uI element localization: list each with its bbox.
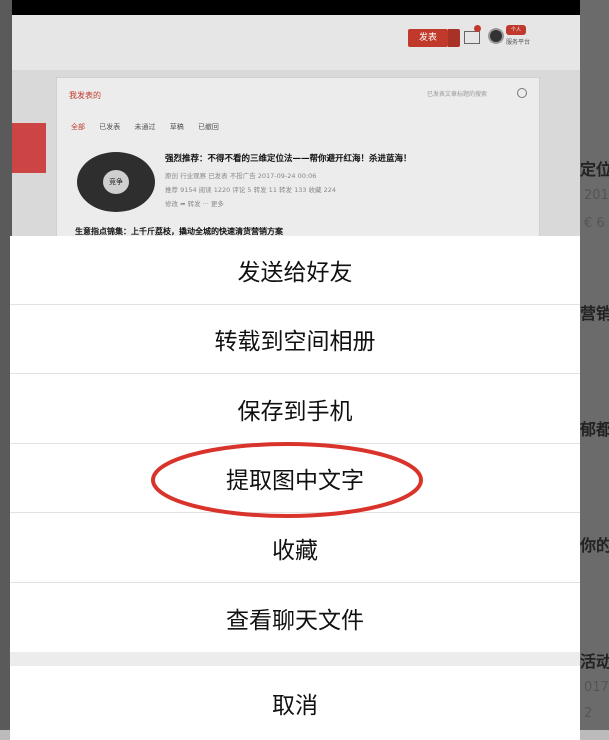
send-to-friend-button[interactable]: 发送给好友 (10, 236, 580, 305)
photo-search-input: 已发表文章标题的搜索 (427, 91, 488, 98)
avatar (488, 28, 504, 44)
side-snippet-3: 郁都化 (580, 420, 609, 439)
photo-panel-title: 我发表的 (69, 91, 101, 100)
photo-tab-rejected: 未通过 (134, 123, 156, 131)
mail-icon (464, 31, 480, 44)
action-sheet: 发送给好友 转载到空间相册 保存到手机 提取图中文字 收藏 查看聊天文件 取消 (10, 236, 580, 740)
favorite-button[interactable]: 收藏 (10, 514, 580, 583)
article-thumbnail-label: 竞争 (103, 170, 129, 194)
user-badge: 个人 (506, 25, 526, 35)
photo-preview: 发表 个人 服务平台 我发表的 已发表文章标题的搜索 全部 已发表 未通过 草稿… (12, 15, 580, 237)
side-snippet-5-sub1: 017- (584, 680, 609, 695)
save-to-phone-button[interactable]: 保存到手机 (10, 375, 580, 444)
side-snippet-5: 活动 (580, 652, 609, 671)
cancel-label: 取消 (272, 693, 318, 719)
extract-text-button[interactable]: 提取图中文字 (10, 444, 580, 513)
background-top-bar (12, 0, 580, 15)
user-name: 服务平台 (506, 39, 531, 46)
view-chat-files-label: 查看聊天文件 (226, 607, 364, 634)
article-thumbnail: 竞争 (77, 152, 155, 212)
photo-tab-all: 全部 (71, 123, 85, 131)
favorite-label: 收藏 (272, 538, 318, 564)
photo-tabs: 全部 已发表 未通过 草稿 已撤回 (71, 122, 231, 132)
save-to-album-button[interactable]: 转载到空间相册 (10, 305, 580, 374)
side-snippet-1-sub1: 201 (584, 188, 609, 203)
photo-header: 发表 个人 服务平台 (12, 15, 580, 70)
view-chat-files-button[interactable]: 查看聊天文件 (10, 583, 580, 652)
search-icon (517, 88, 527, 98)
article-meta: 原创 行业观察 已发表 不投广告 2017-09-24 00:06 (165, 172, 317, 180)
photo-tab-withdrawn: 已撤回 (197, 123, 219, 131)
photo-publish-button: 发表 (408, 29, 448, 47)
photo-tab-published: 已发表 (99, 123, 121, 131)
side-snippet-4: 你的 (580, 536, 609, 555)
chevron-down-icon (448, 29, 460, 47)
send-to-friend-label: 发送给好友 (237, 260, 353, 286)
cancel-button[interactable]: 取消 (10, 666, 580, 740)
extract-text-label: 提取图中文字 (226, 468, 364, 494)
photo-tab-drafts: 草稿 (169, 123, 184, 131)
side-snippet-5-sub2: 2 (584, 706, 593, 721)
article-title: 强烈推荐：不得不看的三维定位法——帮你避开红海！杀进蓝海！ (165, 154, 412, 164)
article-actions: 修改 ➦ 转发 ··· 更多 (165, 200, 224, 208)
background-right-edge (580, 0, 609, 740)
side-snippet-1: 定位 (580, 160, 609, 179)
save-to-album-label: 转载到空间相册 (214, 329, 376, 355)
photo-article-panel: 我发表的 已发表文章标题的搜索 全部 已发表 未通过 草稿 已撤回 竞争 强烈推… (56, 77, 540, 237)
side-snippet-1-sub2: € 6 (584, 216, 605, 231)
save-to-phone-label: 保存到手机 (237, 399, 353, 425)
notification-badge (474, 25, 481, 32)
side-snippet-2: 营销 (580, 304, 609, 323)
photo-screen: 发表 个人 服务平台 我发表的 已发表文章标题的搜索 全部 已发表 未通过 草稿… (12, 15, 580, 237)
article-stats: 推荐 9154 阅读 1220 评论 5 转发 11 转发 133 收藏 224 (165, 186, 337, 194)
photo-sidebar-highlight (12, 123, 46, 173)
sheet-divider (10, 652, 580, 666)
